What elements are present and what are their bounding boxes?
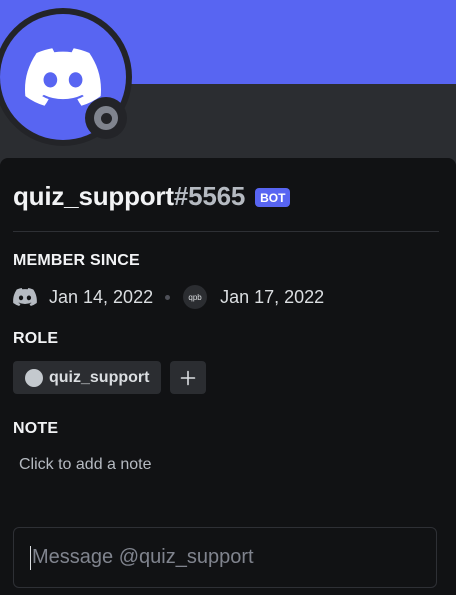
text-caret <box>30 546 31 570</box>
bot-badge: BOT <box>255 187 291 207</box>
separator-dot <box>165 294 171 300</box>
role-color-dot <box>25 368 43 387</box>
username-row: quiz_support #5565 BOT <box>13 180 291 212</box>
offline-status-icon <box>94 106 118 130</box>
add-role-button[interactable] <box>170 361 206 394</box>
message-input[interactable] <box>30 545 424 570</box>
role-label: quiz_support <box>49 368 150 386</box>
server-icon: qpb <box>183 285 208 309</box>
discord-logo-icon <box>25 48 101 106</box>
note-field[interactable]: Click to add a note <box>19 456 152 474</box>
discriminator: #5565 <box>173 180 246 211</box>
role-pill[interactable]: quiz_support <box>13 361 162 394</box>
discord-join-date: Jan 14, 2022 <box>49 286 154 307</box>
discord-logo-icon <box>13 288 37 306</box>
plus-icon <box>180 370 196 385</box>
divider <box>13 231 439 232</box>
member-since-title: MEMBER SINCE <box>13 252 140 269</box>
role-title: ROLE <box>13 330 59 347</box>
username: quiz_support <box>13 180 174 211</box>
note-title: NOTE <box>13 420 59 437</box>
server-join-date: Jan 17, 2022 <box>220 286 325 307</box>
status-indicator <box>85 97 127 139</box>
message-box[interactable] <box>13 527 437 588</box>
member-since-row: Jan 14, 2022 qpb Jan 17, 2022 <box>13 283 324 311</box>
